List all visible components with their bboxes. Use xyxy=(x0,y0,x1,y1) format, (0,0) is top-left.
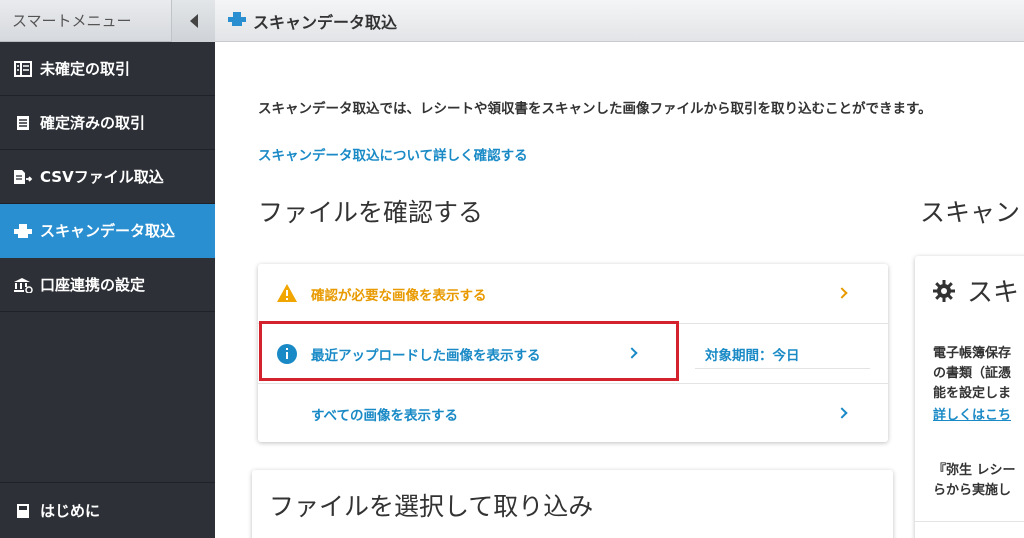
divider xyxy=(915,521,1024,522)
scanner-icon xyxy=(12,222,34,240)
warning-icon xyxy=(276,283,298,307)
sidebar-item-label: スキャンデータ取込 xyxy=(40,222,176,240)
right-section-title: スキャン xyxy=(920,198,1021,227)
select-files-card: ファイルを選択して取り込み xyxy=(252,470,893,538)
electronic-books-card: スキ 電子帳簿保存 の書類（証憑 能を設定しま 詳しくはこち 『弥生 レシー ら… xyxy=(915,256,1024,538)
right-card-line: 能を設定しま xyxy=(933,386,1012,401)
sidebar-header: スマートメニュー xyxy=(0,0,215,42)
sidebar-item-unconfirmed[interactable]: 未確定の取引 xyxy=(0,42,215,96)
sidebar-item-label: CSVファイル取込 xyxy=(40,168,164,186)
document-icon xyxy=(12,114,34,132)
bank-sync-icon xyxy=(12,276,34,294)
list-icon xyxy=(12,60,34,78)
csv-import-icon xyxy=(12,168,34,186)
select-section-title: ファイルを選択して取り込み xyxy=(269,492,594,521)
book-icon xyxy=(12,502,34,520)
sidebar-item-scan-import[interactable]: スキャンデータ取込 xyxy=(0,204,215,258)
row-label: 確認が必要な画像を表示する xyxy=(311,287,487,304)
page-description: スキャンデータ取込では、レシートや領収書をスキャンした画像ファイルから取引を取り… xyxy=(258,101,932,117)
scanner-icon xyxy=(227,11,247,31)
page-title: スキャンデータ取込 xyxy=(253,12,398,32)
right-card-line: の書類（証憑 xyxy=(933,366,1012,381)
main-content: スキャンデータ取込では、レシートや領収書をスキャンした画像ファイルから取引を取り… xyxy=(215,43,1024,538)
sidebar-item-label: 確定済みの取引 xyxy=(40,114,146,132)
chevron-left-icon xyxy=(189,13,198,28)
collapse-sidebar-button[interactable] xyxy=(171,0,215,42)
row-label: すべての画像を表示する xyxy=(311,407,459,424)
period-label: 対象期間：今日 xyxy=(705,347,800,364)
row-all-images[interactable]: すべての画像を表示する xyxy=(258,384,888,443)
chevron-right-icon xyxy=(836,287,848,299)
highlight-box xyxy=(259,321,679,381)
gear-icon xyxy=(933,280,955,306)
page-header: スキャンデータ取込 xyxy=(215,0,1024,42)
divider xyxy=(695,368,870,369)
sidebar-item-bank-sync[interactable]: 口座連携の設定 xyxy=(0,258,215,312)
right-card-title: スキ xyxy=(967,278,1020,308)
sidebar-item-label: 口座連携の設定 xyxy=(40,276,146,294)
right-card-line: 電子帳簿保存 xyxy=(933,346,1012,361)
sidebar-bottom-label: はじめに xyxy=(40,502,101,520)
right-card-note: らから実施し xyxy=(933,483,1012,498)
chevron-right-icon xyxy=(836,407,848,419)
row-needs-review[interactable]: 確認が必要な画像を表示する xyxy=(258,264,888,323)
sidebar-item-getting-started[interactable]: はじめに xyxy=(0,482,215,538)
detail-link[interactable]: スキャンデータ取込について詳しく確認する xyxy=(258,144,528,164)
right-card-link[interactable]: 詳しくはこち xyxy=(933,406,1011,426)
sidebar-item-csv-import[interactable]: CSVファイル取込 xyxy=(0,150,215,204)
right-card-note: 『弥生 レシー xyxy=(933,463,1016,478)
confirm-section-title: ファイルを確認する xyxy=(258,198,484,227)
sidebar-item-label: 未確定の取引 xyxy=(40,60,131,78)
sidebar-item-confirmed[interactable]: 確定済みの取引 xyxy=(0,96,215,150)
sidebar-title: スマートメニュー xyxy=(12,12,132,30)
sidebar: スマートメニュー 未確定の取引 確定済みの取引 CSVファイル取込 スキャンデー… xyxy=(0,0,215,538)
